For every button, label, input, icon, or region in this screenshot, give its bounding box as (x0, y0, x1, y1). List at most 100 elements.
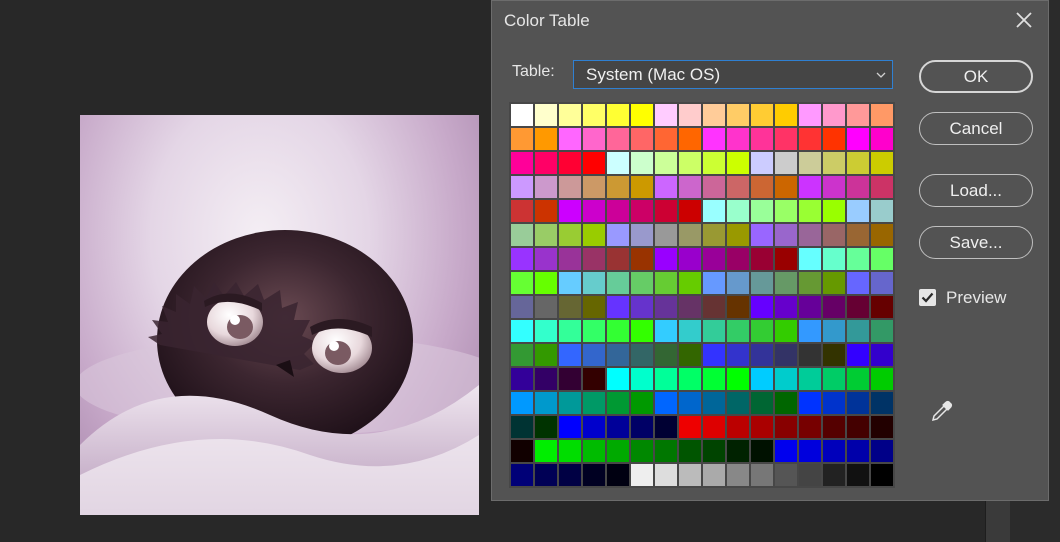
color-swatch[interactable] (703, 128, 725, 150)
color-swatch[interactable] (727, 224, 749, 246)
color-swatch[interactable] (775, 368, 797, 390)
color-swatch[interactable] (703, 176, 725, 198)
color-swatch[interactable] (775, 392, 797, 414)
color-swatch[interactable] (679, 176, 701, 198)
color-swatch[interactable] (775, 176, 797, 198)
color-swatch[interactable] (607, 320, 629, 342)
color-swatch[interactable] (727, 392, 749, 414)
color-swatch[interactable] (679, 272, 701, 294)
table-dropdown[interactable]: System (Mac OS) (573, 60, 893, 89)
color-swatch[interactable] (607, 416, 629, 438)
color-swatch[interactable] (847, 176, 869, 198)
color-swatch[interactable] (583, 128, 605, 150)
color-swatch[interactable] (727, 296, 749, 318)
color-swatch[interactable] (775, 416, 797, 438)
color-swatch[interactable] (631, 440, 653, 462)
color-swatch[interactable] (511, 200, 533, 222)
color-swatch[interactable] (655, 320, 677, 342)
color-swatch[interactable] (823, 440, 845, 462)
color-swatch[interactable] (655, 440, 677, 462)
color-swatch[interactable] (679, 368, 701, 390)
color-swatch[interactable] (631, 176, 653, 198)
color-swatch[interactable] (511, 104, 533, 126)
color-swatch[interactable] (607, 368, 629, 390)
color-swatch[interactable] (847, 152, 869, 174)
color-swatch[interactable] (799, 248, 821, 270)
color-swatch[interactable] (631, 200, 653, 222)
color-swatch[interactable] (583, 176, 605, 198)
color-swatch[interactable] (559, 392, 581, 414)
color-swatch[interactable] (703, 344, 725, 366)
color-swatch[interactable] (799, 464, 821, 486)
color-swatch[interactable] (871, 104, 893, 126)
color-swatch[interactable] (703, 200, 725, 222)
color-swatch[interactable] (679, 320, 701, 342)
color-swatch[interactable] (727, 272, 749, 294)
color-swatch[interactable] (583, 344, 605, 366)
color-swatch[interactable] (847, 296, 869, 318)
color-swatch[interactable] (703, 416, 725, 438)
color-swatch[interactable] (799, 440, 821, 462)
color-swatch[interactable] (847, 464, 869, 486)
color-swatch[interactable] (703, 296, 725, 318)
color-swatch[interactable] (799, 344, 821, 366)
color-swatch[interactable] (823, 104, 845, 126)
color-swatch[interactable] (559, 416, 581, 438)
color-swatch[interactable] (727, 248, 749, 270)
color-swatch[interactable] (511, 152, 533, 174)
color-swatch[interactable] (655, 392, 677, 414)
color-swatch[interactable] (847, 320, 869, 342)
color-swatch[interactable] (559, 152, 581, 174)
save-button[interactable]: Save... (919, 226, 1033, 259)
color-swatch[interactable] (871, 440, 893, 462)
color-swatch[interactable] (583, 152, 605, 174)
color-swatch[interactable] (703, 272, 725, 294)
close-button[interactable] (1011, 7, 1037, 33)
color-swatch[interactable] (751, 368, 773, 390)
color-swatch[interactable] (607, 200, 629, 222)
color-swatch[interactable] (559, 320, 581, 342)
color-swatch[interactable] (583, 320, 605, 342)
color-swatch[interactable] (751, 320, 773, 342)
color-swatch[interactable] (703, 392, 725, 414)
color-swatch[interactable] (703, 320, 725, 342)
color-swatch[interactable] (847, 248, 869, 270)
color-swatch[interactable] (511, 128, 533, 150)
color-swatch[interactable] (799, 104, 821, 126)
color-swatch[interactable] (775, 464, 797, 486)
color-swatch[interactable] (775, 224, 797, 246)
color-swatch[interactable] (799, 320, 821, 342)
color-swatch[interactable] (535, 224, 557, 246)
color-swatch[interactable] (655, 152, 677, 174)
color-swatch[interactable] (535, 176, 557, 198)
color-swatch[interactable] (511, 248, 533, 270)
color-swatch[interactable] (847, 104, 869, 126)
color-swatch[interactable] (679, 344, 701, 366)
color-swatch[interactable] (583, 416, 605, 438)
color-swatch[interactable] (799, 416, 821, 438)
color-swatch[interactable] (751, 464, 773, 486)
color-swatch[interactable] (775, 104, 797, 126)
color-swatch[interactable] (511, 344, 533, 366)
color-swatch[interactable] (679, 200, 701, 222)
color-swatch[interactable] (847, 368, 869, 390)
color-swatch[interactable] (511, 392, 533, 414)
color-swatch[interactable] (703, 464, 725, 486)
color-swatch[interactable] (655, 200, 677, 222)
color-swatch[interactable] (655, 104, 677, 126)
color-swatch[interactable] (823, 368, 845, 390)
color-swatch[interactable] (871, 368, 893, 390)
color-swatch[interactable] (559, 440, 581, 462)
color-swatch[interactable] (775, 248, 797, 270)
color-swatch[interactable] (583, 272, 605, 294)
color-swatch[interactable] (631, 368, 653, 390)
color-swatch[interactable] (559, 296, 581, 318)
color-swatch[interactable] (655, 272, 677, 294)
color-swatch[interactable] (823, 200, 845, 222)
color-swatch[interactable] (703, 440, 725, 462)
color-swatch[interactable] (655, 416, 677, 438)
color-swatch[interactable] (775, 296, 797, 318)
color-swatch[interactable] (559, 464, 581, 486)
color-swatch[interactable] (559, 368, 581, 390)
color-swatch[interactable] (655, 344, 677, 366)
